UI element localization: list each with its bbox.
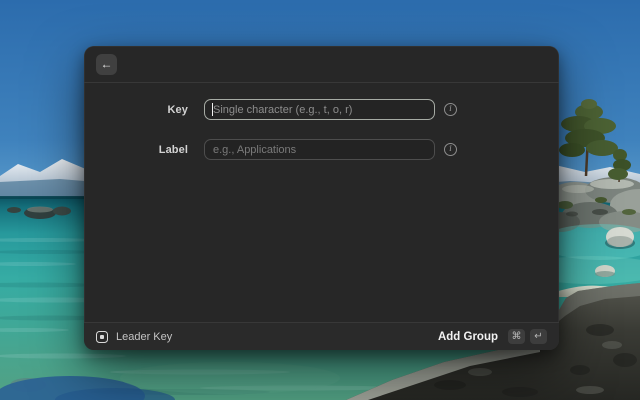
app-name: Leader Key <box>116 331 172 343</box>
label-field-label: Label <box>84 144 188 156</box>
form-content: Key i Label i <box>84 83 559 322</box>
key-input[interactable] <box>204 99 435 120</box>
window-titlebar: ← <box>84 46 559 83</box>
add-group-button[interactable]: Add Group <box>438 331 498 343</box>
label-input-wrap <box>204 139 435 160</box>
label-info-icon[interactable]: i <box>444 143 457 156</box>
logo-dot <box>100 335 104 339</box>
leader-key-logo-icon <box>96 331 108 343</box>
leader-key-window: ← Key i Label i Leader Key Add Group ⌘ <box>84 46 559 350</box>
key-field-row: Key i <box>84 99 559 120</box>
key-input-wrap <box>204 99 435 120</box>
back-arrow-icon: ← <box>101 54 113 75</box>
text-caret <box>212 103 213 116</box>
window-footer: Leader Key Add Group ⌘ ↵ <box>84 322 559 350</box>
footer-app-identity: Leader Key <box>96 331 172 343</box>
key-field-label: Key <box>84 104 188 116</box>
label-field-row: Label i <box>84 139 559 160</box>
key-info-icon[interactable]: i <box>444 103 457 116</box>
return-key-icon: ↵ <box>530 329 547 344</box>
label-input[interactable] <box>204 139 435 160</box>
back-button[interactable]: ← <box>96 54 117 75</box>
footer-actions: Add Group ⌘ ↵ <box>438 329 547 344</box>
command-key-icon: ⌘ <box>508 329 525 344</box>
